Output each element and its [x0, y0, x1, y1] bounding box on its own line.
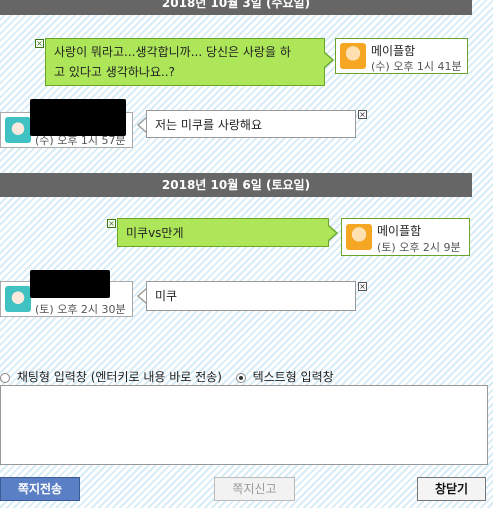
message-input[interactable]: [0, 385, 488, 465]
redacted-name: [30, 99, 126, 136]
received-message-bubble: 저는 미쿠를 사랑해요: [146, 110, 356, 138]
message-time: (토) 오후 2시 30분: [35, 303, 126, 316]
message-time: (수) 오후 1시 41분: [371, 60, 462, 73]
delete-message-icon[interactable]: ×: [107, 219, 116, 228]
message-text: 사랑이 뭐라고...생각합니까... 당신은 사랑을 하: [54, 45, 291, 59]
message-text: 미쿠vs만게: [126, 226, 184, 240]
message-text: 고 있다고 생각하나요..?: [54, 65, 175, 79]
miku-avatar-icon: [5, 286, 31, 312]
message-text: 미쿠: [155, 289, 178, 303]
redacted-name: [30, 270, 110, 298]
chat-mode-label[interactable]: 채팅형 입력창 (엔터키로 내용 바로 전송): [17, 370, 222, 384]
maple-avatar-icon: [346, 224, 372, 250]
report-button[interactable]: 쪽지신고: [214, 477, 295, 501]
miku-avatar-icon: [5, 117, 31, 143]
bubble-tail: [324, 53, 332, 67]
text-mode-label[interactable]: 텍스트형 입력창: [253, 370, 334, 384]
sent-message-bubble: 사랑이 뭐라고...생각합니까... 당신은 사랑을 하 고 있다고 생각하나요…: [45, 38, 325, 86]
sender-profile-card: 메이플함 (수) 오후 1시 41분: [335, 38, 468, 74]
close-window-button[interactable]: 창닫기: [417, 477, 486, 501]
sender-name: 메이플함: [377, 224, 422, 238]
sender-profile-card: 메이플함 (토) 오후 2시 9분: [341, 218, 470, 256]
delete-message-icon[interactable]: ×: [35, 39, 44, 48]
sender-name: 메이플함: [371, 44, 416, 58]
maple-avatar-icon: [340, 43, 366, 69]
date-divider: 2018년 10월 6일 (토요일): [0, 173, 472, 197]
delete-message-icon[interactable]: ×: [358, 110, 367, 119]
date-divider: 2018년 10월 3일 (수요일): [0, 0, 472, 15]
bubble-tail: [328, 226, 336, 240]
send-button[interactable]: 쪽지전송: [0, 477, 80, 501]
text-mode-radio[interactable]: [235, 372, 246, 383]
chat-mode-radio[interactable]: [0, 372, 10, 383]
input-mode-selector: 채팅형 입력창 (엔터키로 내용 바로 전송) 텍스트형 입력창: [0, 368, 334, 385]
received-message-bubble: 미쿠: [146, 281, 356, 311]
message-text: 저는 미쿠를 사랑해요: [155, 118, 262, 132]
message-time: (토) 오후 2시 9분: [377, 241, 461, 254]
delete-message-icon[interactable]: ×: [358, 282, 367, 291]
sent-message-bubble: 미쿠vs만게: [117, 218, 329, 247]
